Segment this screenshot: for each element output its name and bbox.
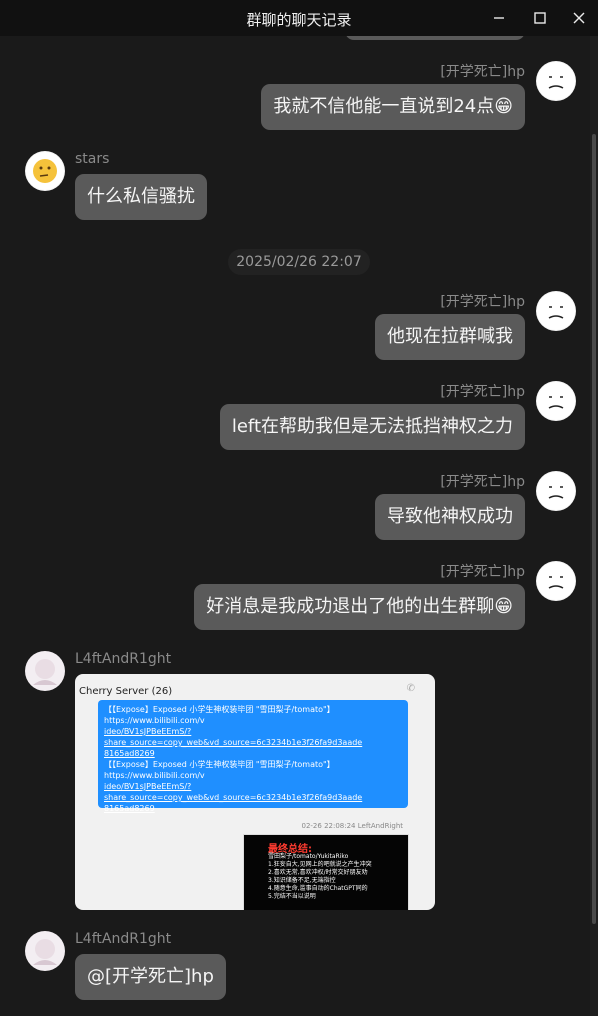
video-line: 雪田梨子/tomato/YukitaRiko — [268, 853, 349, 860]
avatar[interactable] — [536, 561, 576, 601]
blue-line: 8165ad8269 — [104, 749, 155, 758]
avatar[interactable] — [25, 651, 65, 691]
avatar[interactable] — [536, 381, 576, 421]
phone-icon: ✆ — [406, 683, 415, 694]
minimize-button[interactable] — [486, 6, 512, 30]
avatar[interactable] — [536, 291, 576, 331]
screenshot-image[interactable]: Cherry Server (26) ✆ 【【Expose】Exposed 小学… — [75, 674, 435, 910]
avatar[interactable] — [25, 931, 65, 971]
face-icon — [537, 562, 575, 600]
avatar[interactable] — [25, 151, 65, 191]
sender-name: L4ftAndR1ght — [75, 931, 172, 947]
message-bubble[interactable]: left在帮助我但是无法抵挡神权之力 — [219, 404, 525, 450]
video-line: 3.知识储备不足,无端指控 — [268, 877, 336, 884]
scrollbar-thumb[interactable] — [592, 134, 596, 924]
face-icon — [537, 292, 575, 330]
avatar[interactable] — [536, 61, 576, 101]
sender-name: [开学死亡]hp — [440, 474, 525, 490]
video-line: 2.喜欢无常,喜欢冲权/时常交好朋友劝 — [268, 869, 368, 876]
video-thumbnail: 最终总结: 雪田梨子/tomato/YukitaRiko 1.狂妄自大,见网上的… — [243, 834, 409, 910]
video-lines: 雪田梨子/tomato/YukitaRiko 1.狂妄自大,见网上的吧就说之产生… — [268, 853, 372, 901]
screenshot-blue-message: 【【Expose】Exposed 小学生神权装毕团 "雪田梨子/tomato"】… — [98, 700, 408, 813]
sender-name: [开学死亡]hp — [440, 64, 525, 80]
face-icon — [537, 382, 575, 420]
anime-avatar-icon — [26, 652, 64, 690]
video-line: 1.狂妄自大,见网上的吧就说之产生冲突 — [268, 861, 372, 868]
video-line: 5.完结不当以说明 — [268, 893, 316, 900]
sender-name: [开学死亡]hp — [440, 564, 525, 580]
sender-name: [开学死亡]hp — [440, 384, 525, 400]
screenshot-title: Cherry Server (26) — [79, 686, 173, 697]
video-line: 4.随意生命,滥事自动的ChatGPT同的 — [268, 885, 368, 892]
sender-name: L4ftAndR1ght — [75, 651, 172, 667]
face-icon — [537, 472, 575, 510]
chat-history[interactable]: [开学死亡]hp 我就不信他能一直说到24点😁 stars 什么私信骚扰 202… — [0, 36, 590, 1016]
blue-line: 8165ad8269 — [104, 804, 155, 813]
blue-line: ideo/BV1sJPBeEEmS/?share_source=copy_web… — [104, 727, 363, 747]
message-bubble[interactable]: 什么私信骚扰 — [75, 174, 207, 220]
message-bubble[interactable]: 他现在拉群喊我 — [375, 314, 525, 360]
blue-line: ideo/BV1sJPBeEEmS/?share_source=copy_web… — [104, 782, 363, 802]
screenshot-meta: 02-26 22:08:24 LeftAndRight — [301, 822, 404, 830]
message-bubble[interactable]: 导致他神权成功 — [375, 494, 525, 540]
message-bubble[interactable]: @[开学死亡]hp — [75, 954, 226, 1000]
timestamp: 2025/02/26 22:07 — [228, 249, 370, 275]
sender-name: stars — [75, 151, 110, 167]
maximize-button[interactable] — [527, 6, 553, 30]
previous-message-bubble — [345, 36, 525, 40]
close-button[interactable] — [566, 6, 592, 30]
close-icon — [573, 12, 585, 24]
anime-avatar-icon — [26, 932, 64, 970]
message-bubble[interactable]: 好消息是我成功退出了他的出生群聊😁 — [194, 584, 525, 630]
face-icon — [537, 62, 575, 100]
blue-line: 【【Expose】Exposed 小学生神权装毕团 "雪田梨子/tomato"】… — [104, 760, 335, 780]
message-bubble[interactable]: 我就不信他能一直说到24点😁 — [261, 84, 525, 130]
blue-line: 【【Expose】Exposed 小学生神权装毕团 "雪田梨子/tomato"】… — [104, 705, 335, 725]
thinking-face-icon — [26, 152, 64, 190]
sender-name: [开学死亡]hp — [440, 294, 525, 310]
scrollbar[interactable] — [590, 36, 598, 1016]
maximize-icon — [534, 12, 546, 24]
title-bar: 群聊的聊天记录 — [0, 0, 598, 36]
avatar[interactable] — [536, 471, 576, 511]
minimize-icon — [494, 17, 504, 19]
